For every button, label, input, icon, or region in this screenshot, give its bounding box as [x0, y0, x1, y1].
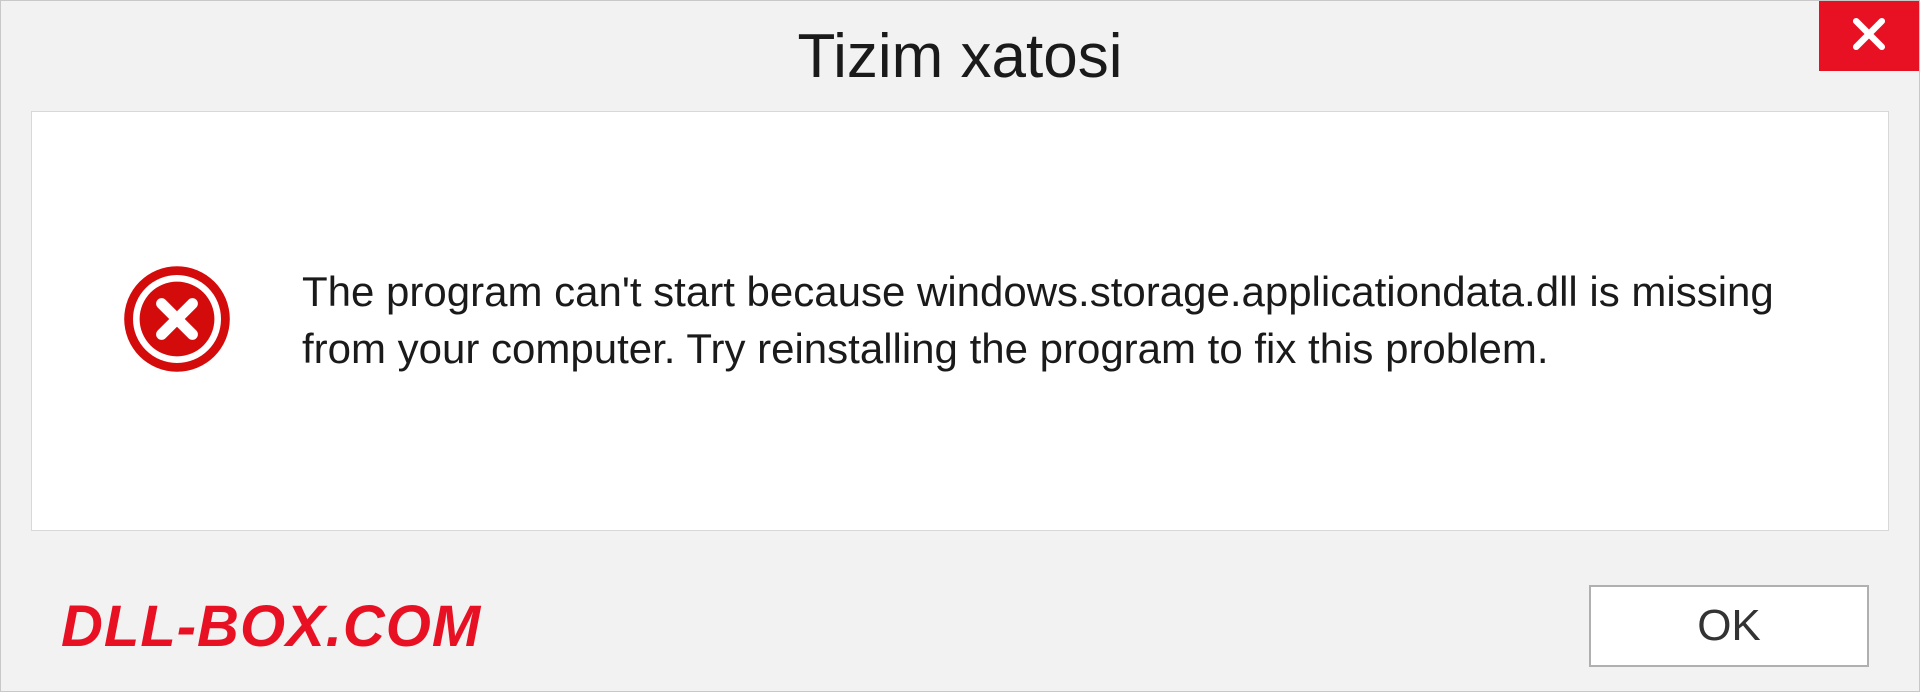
ok-button[interactable]: OK	[1589, 585, 1869, 667]
close-icon	[1847, 12, 1891, 61]
close-button[interactable]	[1819, 1, 1919, 71]
dialog-title: Tizim xatosi	[798, 21, 1123, 92]
dialog-footer: DLL-BOX.COM OK	[1, 561, 1919, 691]
content-area: The program can't start because windows.…	[31, 111, 1889, 531]
watermark-text: DLL-BOX.COM	[61, 593, 481, 660]
error-dialog: Tizim xatosi The program can't start bec…	[0, 0, 1920, 692]
error-message: The program can't start because windows.…	[302, 264, 1828, 377]
titlebar: Tizim xatosi	[1, 1, 1919, 111]
error-icon	[122, 264, 232, 379]
